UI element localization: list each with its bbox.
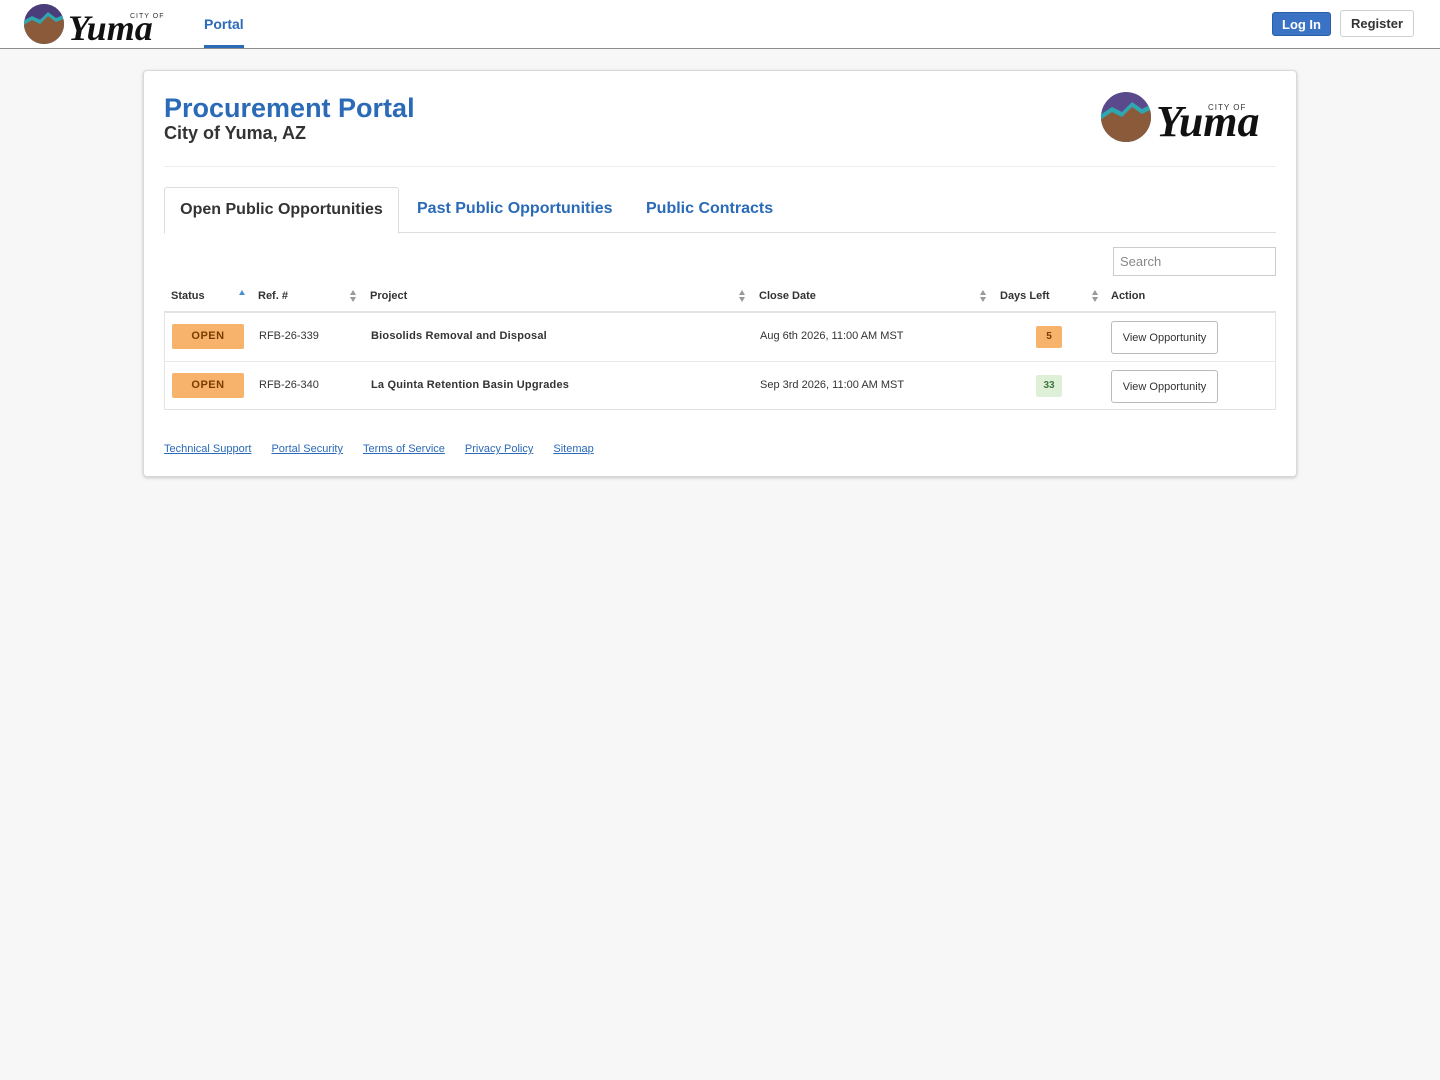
sort-ascending-icon[interactable] xyxy=(238,288,246,304)
register-button[interactable]: Register xyxy=(1340,10,1414,37)
days-left-badge: 33 xyxy=(1036,375,1062,397)
table-header: Status Ref. # Project Close Date Days Le… xyxy=(164,281,1276,313)
svg-text:Yuma: Yuma xyxy=(68,8,153,46)
svg-text:Yuma: Yuma xyxy=(1156,97,1260,146)
table-row: OPEN RFB-26-339 Biosolids Removal and Di… xyxy=(165,313,1275,361)
status-badge: OPEN xyxy=(172,373,244,398)
opportunities-table: Status Ref. # Project Close Date Days Le… xyxy=(164,281,1276,410)
column-header-ref[interactable]: Ref. # xyxy=(258,290,288,302)
column-header-project[interactable]: Project xyxy=(370,290,407,302)
close-date: Aug 6th 2026, 11:00 AM MST xyxy=(760,330,904,342)
tab-open-public-opportunities[interactable]: Open Public Opportunities xyxy=(164,187,399,234)
sort-icon[interactable] xyxy=(979,288,987,304)
nav-portal-link[interactable]: Portal xyxy=(204,0,244,48)
project-name: La Quinta Retention Basin Upgrades xyxy=(371,379,570,391)
close-date: Sep 3rd 2026, 11:00 AM MST xyxy=(760,379,905,391)
portal-card: Procurement Portal City of Yuma, AZ CITY… xyxy=(143,70,1297,477)
portal-security-link[interactable]: Portal Security xyxy=(271,443,343,455)
top-navbar: CITY OF Yuma Portal Log In Register xyxy=(0,0,1440,49)
column-header-status[interactable]: Status xyxy=(171,290,205,302)
yuma-logo-icon: CITY OF Yuma xyxy=(1101,92,1260,146)
project-name: Biosolids Removal and Disposal xyxy=(371,330,547,342)
status-badge: OPEN xyxy=(172,324,244,349)
city-of-yuma-card-logo: CITY OF Yuma xyxy=(1100,89,1278,147)
days-left-badge: 5 xyxy=(1036,326,1062,348)
ref-number: RFB-26-339 xyxy=(259,330,319,342)
opportunity-tabs: Open Public Opportunities Past Public Op… xyxy=(164,187,1276,234)
sitemap-link[interactable]: Sitemap xyxy=(553,443,593,455)
page-title: Procurement Portal xyxy=(164,93,415,123)
ref-number: RFB-26-340 xyxy=(259,379,319,391)
table-row: OPEN RFB-26-340 La Quinta Retention Basi… xyxy=(165,361,1275,409)
tab-public-contracts[interactable]: Public Contracts xyxy=(646,187,773,233)
sort-icon[interactable] xyxy=(1091,288,1099,304)
table-body: OPEN RFB-26-339 Biosolids Removal and Di… xyxy=(164,313,1276,410)
tab-past-public-opportunities[interactable]: Past Public Opportunities xyxy=(417,187,613,233)
page-subtitle: City of Yuma, AZ xyxy=(164,123,307,143)
city-of-yuma-logo[interactable]: CITY OF Yuma xyxy=(22,2,170,46)
sort-icon[interactable] xyxy=(349,288,357,304)
technical-support-link[interactable]: Technical Support xyxy=(164,443,251,455)
view-opportunity-button[interactable]: View Opportunity xyxy=(1111,321,1218,354)
sort-icon[interactable] xyxy=(738,288,746,304)
view-opportunity-button[interactable]: View Opportunity xyxy=(1111,370,1218,403)
login-button[interactable]: Log In xyxy=(1272,12,1331,36)
header-divider xyxy=(164,166,1276,167)
terms-of-service-link[interactable]: Terms of Service xyxy=(363,443,445,455)
footer-links: Technical Support Portal Security Terms of… xyxy=(164,443,614,455)
search-input[interactable] xyxy=(1113,247,1276,276)
yuma-logo-icon: CITY OF Yuma xyxy=(24,4,163,46)
column-header-action: Action xyxy=(1111,290,1146,302)
column-header-days-left[interactable]: Days Left xyxy=(1000,290,1050,302)
column-header-close-date[interactable]: Close Date xyxy=(759,290,816,302)
privacy-policy-link[interactable]: Privacy Policy xyxy=(465,443,533,455)
